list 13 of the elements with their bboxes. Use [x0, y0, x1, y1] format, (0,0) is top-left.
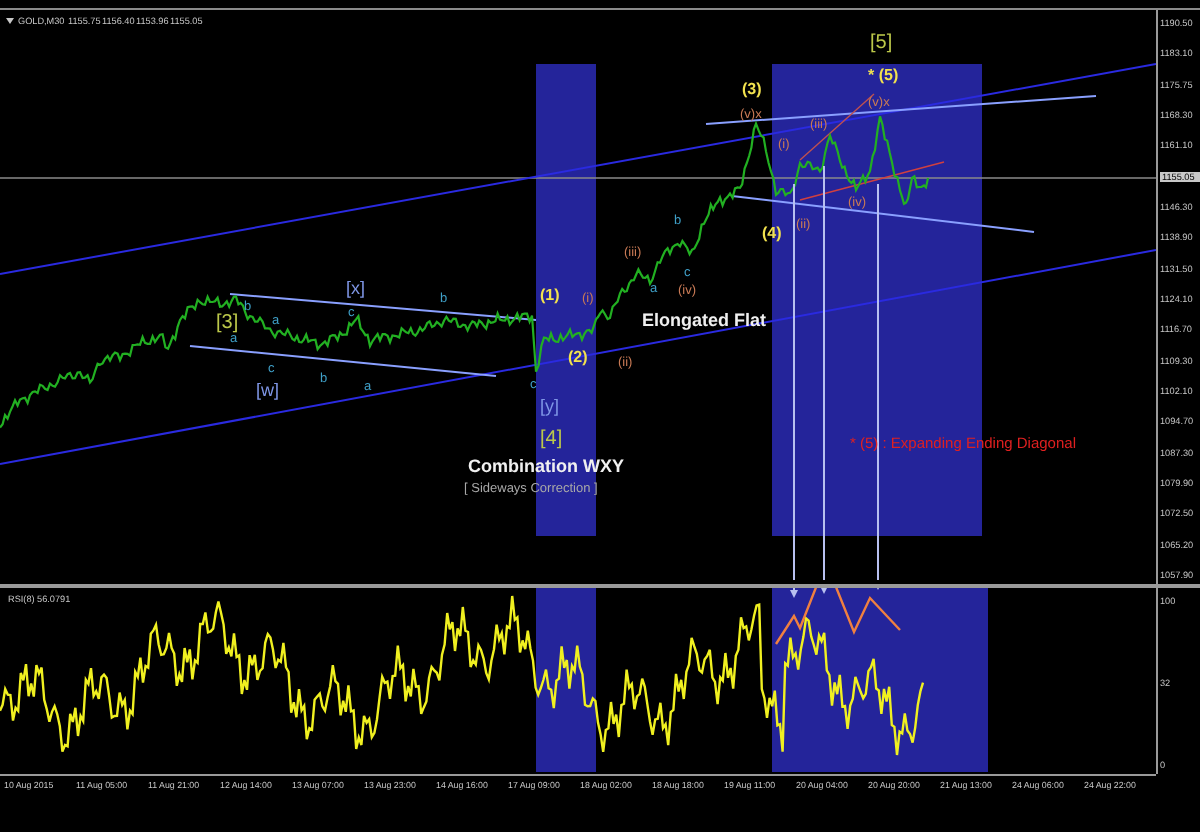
wave-label: [x]	[346, 278, 366, 298]
wave-label: [y]	[540, 396, 560, 416]
wave-label: [3]	[216, 312, 239, 334]
wave-label: * (5)	[868, 66, 899, 84]
wave-label: [4]	[540, 428, 563, 450]
wave-label: [5]	[870, 32, 893, 54]
wave-label: (2)	[568, 348, 588, 366]
wave-label: (3)	[742, 80, 762, 98]
zigzag-line	[775, 588, 901, 645]
chart-note: Elongated Flat	[642, 310, 767, 330]
wave-label: (1)	[540, 286, 560, 304]
dropdown-icon[interactable]	[6, 18, 14, 24]
wave-label: [w]	[256, 380, 280, 400]
